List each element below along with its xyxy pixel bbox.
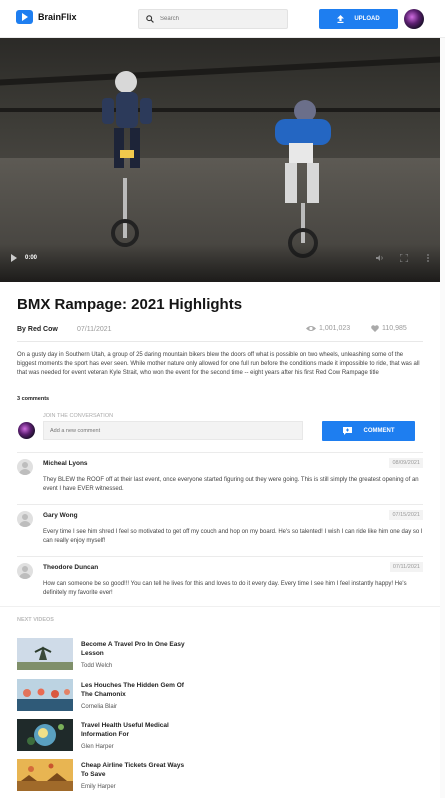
video-description: On a gusty day in Southern Utah, a group… [17, 352, 420, 376]
comment-count: 3 comments [17, 396, 50, 402]
upload-date: 07/11/2021 [77, 326, 112, 333]
comment-date: 07/11/2021 [389, 562, 423, 572]
video-thumbnail [17, 759, 73, 791]
next-video-author: Cornelia Blair [81, 704, 118, 710]
eye-icon [306, 326, 316, 331]
comment-button-label: COMMENT [363, 428, 395, 434]
views-stat: 1,001,023 [306, 325, 350, 332]
join-conversation-label: JOIN THE CONVERSATION [43, 413, 114, 419]
video-player[interactable]: 0:00 [0, 38, 440, 282]
comment-item: Theodore Duncan 07/11/2021 How can someo… [17, 556, 423, 604]
likes-stat[interactable]: 110,985 [371, 325, 407, 332]
comment-input[interactable] [43, 421, 303, 440]
upload-button[interactable]: UPLOAD [319, 9, 398, 29]
search-input[interactable] [160, 16, 270, 22]
search-icon [146, 15, 154, 23]
volume-icon[interactable] [376, 254, 384, 262]
rider-right [275, 100, 331, 258]
next-videos-heading: NEXT VIDEOS [17, 617, 54, 623]
video-thumbnail [17, 638, 73, 670]
comment-date: 08/09/2021 [389, 458, 423, 468]
next-video-item[interactable]: Les Houches The Hidden Gem Of The Chamon… [17, 679, 267, 713]
user-avatar[interactable] [404, 9, 424, 29]
video-thumbnail [17, 719, 73, 751]
channel-name[interactable]: By Red Cow [17, 326, 58, 333]
next-video-author: Todd Welch [81, 663, 113, 669]
commenter-avatar [17, 511, 33, 527]
next-video-item[interactable]: Cheap Airline Tickets Great Ways To Save… [17, 759, 267, 793]
video-timestamp: 0:00 [25, 255, 38, 261]
brand-logo[interactable]: BrainFlix [16, 10, 77, 24]
views-count: 1,001,023 [319, 325, 351, 332]
commenter-avatar [17, 459, 33, 475]
next-video-title: Become A Travel Pro In One Easy Lesson [81, 641, 185, 657]
commenter-name: Theodore Duncan [43, 564, 99, 571]
comment-item: Micheal Lyons 08/09/2021 They BLEW the R… [17, 452, 423, 500]
fullscreen-icon[interactable] [400, 254, 408, 262]
roof-beam [0, 108, 440, 112]
commenter-name: Gary Wong [43, 512, 78, 519]
commenter-avatar [17, 563, 33, 579]
comment-text: How can someone be so good!!! You can te… [43, 581, 407, 596]
next-video-title: Travel Health Useful Medical Information… [81, 722, 169, 738]
add-comment-icon [342, 427, 352, 435]
upload-icon [337, 15, 345, 23]
brand-name: BrainFlix [38, 12, 77, 22]
video-title: BMX Rampage: 2021 Highlights [17, 296, 243, 313]
play-icon[interactable] [11, 254, 17, 262]
comment-text: They BLEW the ROOF off at their last eve… [43, 477, 419, 492]
likes-count: 110,985 [382, 325, 407, 332]
divider [17, 341, 423, 342]
next-video-author: Glen Harper [81, 744, 114, 750]
video-thumbnail [17, 679, 73, 711]
comment-item: Gary Wong 07/15/2021 Every time I see hi… [17, 504, 423, 552]
top-nav: BrainFlix UPLOAD [0, 0, 445, 38]
upload-label: UPLOAD [354, 16, 380, 22]
next-videos-panel: NEXT VIDEOS Become A Travel Pro In One E… [0, 606, 440, 798]
current-user-avatar [18, 422, 35, 439]
search-box [138, 9, 288, 29]
next-video-author: Emily Harper [81, 784, 116, 790]
comment-date: 07/15/2021 [389, 510, 423, 520]
more-options-icon[interactable] [424, 254, 432, 262]
heart-icon [371, 325, 379, 332]
commenter-name: Micheal Lyons [43, 460, 88, 467]
video-details: BMX Rampage: 2021 Highlights By Red Cow … [0, 282, 440, 606]
next-video-title: Cheap Airline Tickets Great Ways To Save [81, 762, 185, 778]
comment-text: Every time I see him shred I feel so mot… [43, 529, 423, 544]
comment-button[interactable]: COMMENT [322, 421, 415, 441]
next-video-title: Les Houches The Hidden Gem Of The Chamon… [81, 682, 184, 698]
video-controls [0, 244, 440, 282]
rider-left [102, 71, 152, 247]
next-video-item[interactable]: Become A Travel Pro In One Easy Lesson T… [17, 638, 267, 672]
play-logo-icon [16, 10, 33, 24]
next-video-item[interactable]: Travel Health Useful Medical Information… [17, 719, 267, 753]
